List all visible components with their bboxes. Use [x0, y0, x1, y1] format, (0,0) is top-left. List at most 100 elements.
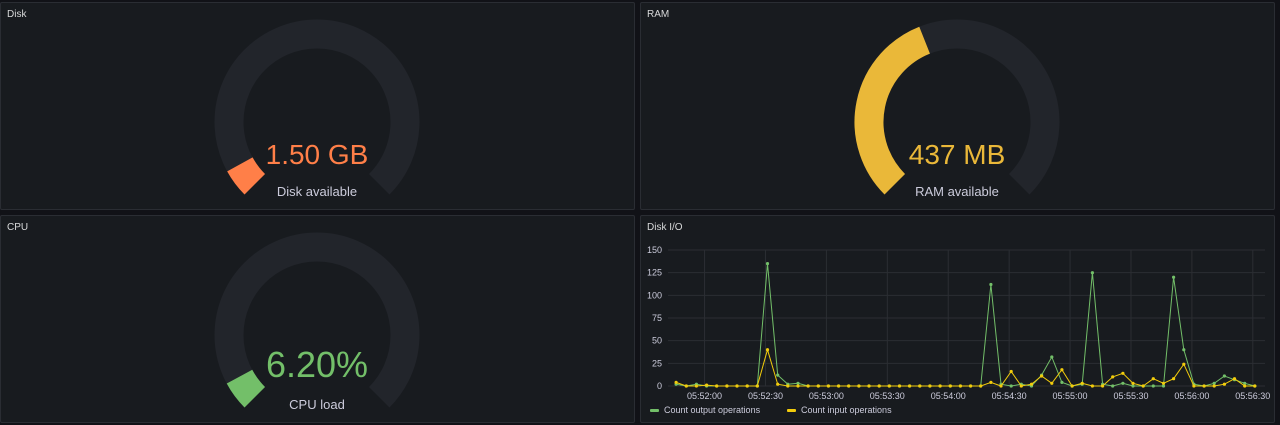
legend-item: Count input operations [801, 405, 892, 415]
data-point [1101, 384, 1105, 388]
data-point [857, 384, 861, 388]
data-point [1253, 384, 1257, 388]
data-point [1131, 381, 1135, 385]
x-tick-label: 05:53:30 [870, 391, 905, 401]
data-point [1009, 384, 1013, 388]
data-point [1202, 384, 1206, 388]
data-point [989, 380, 993, 384]
legend-item: Count output operations [664, 405, 761, 415]
data-point [1090, 384, 1094, 388]
gauge-label: RAM available [915, 184, 999, 199]
data-point [1192, 384, 1196, 388]
data-point [887, 384, 891, 388]
data-point [806, 384, 810, 388]
data-point [1121, 381, 1125, 385]
data-point [938, 384, 942, 388]
data-point [897, 384, 902, 388]
data-point [826, 384, 830, 388]
data-point [1182, 348, 1186, 352]
x-tick-label: 05:54:00 [931, 391, 966, 401]
data-point [1080, 381, 1084, 385]
data-point [1090, 271, 1094, 275]
ram-panel[interactable]: RAM 437 MB RAM available [640, 2, 1275, 210]
x-tick-label: 05:52:30 [748, 391, 783, 401]
y-tick-label: 50 [652, 336, 662, 346]
data-point [776, 382, 780, 386]
disk-panel[interactable]: Disk 1.50 GB Disk available [0, 2, 635, 210]
data-point [705, 383, 709, 387]
data-point [1161, 381, 1166, 385]
cpu-gauge: 6.20% CPU load [214, 232, 420, 412]
data-point [1029, 382, 1034, 386]
data-point [765, 262, 770, 266]
cpu-panel[interactable]: CPU 6.20% CPU load [0, 215, 635, 423]
y-tick-label: 25 [652, 358, 662, 368]
data-point [1009, 369, 1013, 374]
diskio-panel[interactable]: Disk I/O 0 25 50 75 100 125 150 05:52:00 05:52:3… [640, 215, 1275, 423]
data-point [999, 384, 1003, 388]
gauge-label: Disk available [277, 184, 357, 199]
data-point [1243, 384, 1247, 388]
data-point [847, 384, 851, 388]
y-tick-label: 100 [647, 290, 662, 300]
x-tick-label: 05:55:30 [1113, 391, 1148, 401]
data-point [1070, 384, 1074, 388]
data-point [918, 384, 922, 388]
data-point [837, 384, 841, 388]
data-point [776, 373, 780, 377]
data-point [1172, 377, 1176, 381]
data-point [816, 384, 820, 388]
data-point [1232, 377, 1237, 381]
data-point [958, 384, 962, 388]
data-point [745, 384, 749, 388]
data-point [1151, 377, 1155, 381]
data-point [725, 384, 729, 388]
data-point [1182, 362, 1186, 366]
data-point [948, 384, 952, 388]
x-tick-label: 05:55:00 [1053, 391, 1088, 401]
series-line-input [675, 347, 1255, 387]
y-tick-label: 150 [647, 245, 662, 255]
data-point [1111, 384, 1115, 388]
data-point [694, 384, 698, 388]
data-point [928, 384, 932, 388]
data-point [1141, 384, 1145, 388]
data-point [1050, 381, 1054, 385]
legend-swatch [787, 409, 796, 412]
data-point [1222, 382, 1226, 386]
data-point [1040, 374, 1044, 378]
x-tick-label: 05:52:00 [687, 391, 722, 401]
data-point [715, 384, 719, 388]
data-point [684, 384, 688, 388]
data-point [867, 384, 871, 388]
gauge-fill [226, 369, 266, 408]
data-point [674, 380, 678, 384]
data-point [1111, 375, 1115, 379]
data-point [908, 384, 912, 388]
data-point [765, 348, 770, 352]
disk-gauge: 1.50 GB Disk available [214, 19, 420, 199]
data-point [786, 384, 790, 388]
data-point [1172, 275, 1176, 279]
y-tick-label: 75 [652, 313, 662, 323]
gauge-value: 6.20% [266, 344, 368, 385]
data-point [1121, 371, 1125, 375]
data-point [735, 384, 739, 388]
data-point [1019, 384, 1023, 388]
data-point [877, 384, 881, 388]
x-tick-label: 05:56:30 [1235, 391, 1270, 401]
data-point [1151, 384, 1155, 388]
diskio-chart: 0 25 50 75 100 125 150 05:52:00 05:52:30 05:53:00… [647, 245, 1270, 415]
data-point [1050, 355, 1054, 359]
y-tick-label: 0 [657, 381, 662, 391]
data-point [1222, 374, 1226, 378]
data-point [1212, 384, 1216, 388]
x-tick-label: 05:56:00 [1174, 391, 1209, 401]
ram-gauge: 437 MB RAM available [854, 19, 1060, 199]
gauge-value: 437 MB [909, 139, 1006, 170]
gauge-value: 1.50 GB [266, 139, 369, 170]
data-point [979, 384, 983, 388]
data-point [969, 384, 973, 388]
gauge-fill [227, 156, 266, 195]
data-point [796, 384, 800, 388]
